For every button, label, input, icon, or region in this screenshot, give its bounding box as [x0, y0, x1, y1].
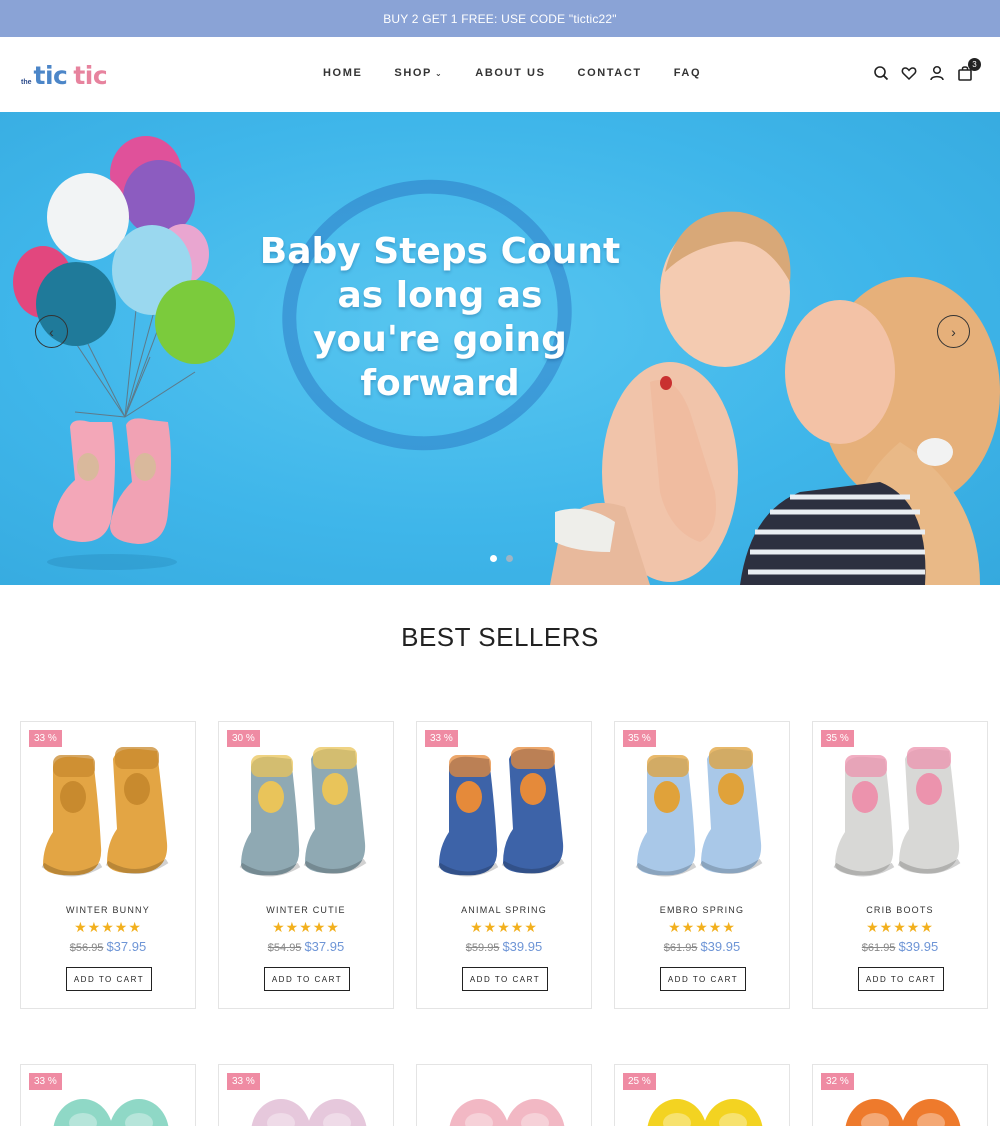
price-block: $61.95 $39.95	[813, 938, 987, 956]
discount-badge: 35 %	[821, 730, 854, 747]
discount-badge: 30 %	[227, 730, 260, 747]
logo-word-2: tic	[73, 61, 108, 90]
nav-label: HOME	[323, 67, 363, 79]
product-card[interactable]: 32 %	[812, 1064, 988, 1126]
product-card[interactable]: 33 % WINTER BUNNY ★★★★★ $56.95 $37.95 ADD TO …	[20, 721, 196, 1009]
product-name[interactable]: ANIMAL SPRING	[417, 905, 591, 915]
slider-next-arrow[interactable]: ›	[937, 315, 970, 348]
promo-text: BUY 2 GET 1 FREE: USE CODE "tictic22"	[383, 11, 617, 26]
add-to-cart-button[interactable]: ADD TO CART	[462, 967, 548, 991]
bag-icon[interactable]: 3	[957, 58, 981, 81]
product-card[interactable]: 33 %	[218, 1064, 394, 1126]
product-image[interactable]	[427, 1083, 583, 1126]
old-price: $54.95	[267, 942, 302, 954]
search-icon[interactable]	[873, 65, 889, 81]
product-image[interactable]	[427, 737, 583, 887]
header-icons: 3	[873, 58, 985, 81]
slider-prev-arrow[interactable]: ‹	[35, 315, 68, 348]
nav-label: FAQ	[673, 67, 702, 79]
chevron-down-icon: ⌄	[434, 68, 444, 78]
mother-baby-photo	[550, 211, 1000, 585]
old-price: $61.95	[663, 942, 698, 954]
price-block: $54.95 $37.95	[219, 938, 393, 956]
nav-item-contact[interactable]: CONTACT	[578, 67, 642, 79]
discount-badge: 35 %	[623, 730, 656, 747]
product-card[interactable]: 35 % CRIB BOOTS ★★★★★ $61.95 $39.95 ADD TO CA…	[812, 721, 988, 1009]
discount-badge: 25 %	[623, 1073, 656, 1090]
price-block: $59.95 $39.95	[417, 938, 591, 956]
slider-dot-2[interactable]	[506, 555, 513, 562]
sale-price: $39.95	[898, 939, 939, 954]
nav-item-about-us[interactable]: ABOUT US	[475, 67, 545, 79]
product-name[interactable]: EMBRO SPRING	[615, 905, 789, 915]
best-sellers-title: BEST SELLERS	[401, 622, 599, 652]
main-nav: HOME SHOP ⌄ ABOUT US CONTACT FAQ	[323, 67, 733, 79]
old-price: $59.95	[465, 942, 500, 954]
product-card[interactable]: 30 % WINTER CUTIE ★★★★★ $54.95 $37.95 ADD TO …	[218, 721, 394, 1009]
slider-dot-1[interactable]	[490, 555, 497, 562]
sale-price: $39.95	[700, 939, 741, 954]
old-price: $61.95	[861, 942, 896, 954]
site-header: the tic tic HOME SHOP ⌄ ABOUT US CONTACT …	[0, 37, 1000, 112]
product-card[interactable]: 33 %	[20, 1064, 196, 1126]
product-name[interactable]: WINTER BUNNY	[21, 905, 195, 915]
rating-stars: ★★★★★	[470, 919, 538, 935]
product-image[interactable]	[625, 737, 781, 887]
product-image[interactable]	[823, 737, 979, 887]
add-to-cart-button[interactable]: ADD TO CART	[858, 967, 944, 991]
hero-slider[interactable]: Baby Steps Count as long as you're going…	[0, 112, 1000, 585]
product-image[interactable]	[229, 737, 385, 887]
sale-price: $37.95	[106, 939, 147, 954]
discount-badge: 33 %	[227, 1073, 260, 1090]
product-card[interactable]: 33 % ANIMAL SPRING ★★★★★ $59.95 $39.95 ADD TO…	[416, 721, 592, 1009]
heart-icon[interactable]	[901, 65, 917, 81]
discount-badge: 33 %	[29, 730, 62, 747]
nav-item-home[interactable]: HOME	[323, 67, 362, 79]
logo-word-1: tic	[33, 61, 68, 90]
rating-stars: ★★★★★	[272, 919, 340, 935]
user-icon[interactable]	[929, 65, 945, 81]
logo-small-text: the	[21, 79, 32, 86]
nav-label: CONTACT	[577, 67, 642, 79]
add-to-cart-button[interactable]: ADD TO CART	[66, 967, 152, 991]
nav-item-faq[interactable]: FAQ	[674, 67, 701, 79]
sale-price: $39.95	[502, 939, 543, 954]
price-block: $56.95 $37.95	[21, 938, 195, 956]
old-price: $56.95	[69, 942, 104, 954]
rating-stars: ★★★★★	[668, 919, 736, 935]
add-to-cart-button[interactable]: ADD TO CART	[660, 967, 746, 991]
nav-label: SHOP	[394, 67, 432, 79]
price-block: $61.95 $39.95	[615, 938, 789, 956]
product-card[interactable]	[416, 1064, 592, 1126]
discount-badge: 33 %	[425, 730, 458, 747]
sale-price: $37.95	[304, 939, 345, 954]
promo-bar: BUY 2 GET 1 FREE: USE CODE "tictic22"	[0, 0, 1000, 37]
discount-badge: 32 %	[821, 1073, 854, 1090]
slider-dots	[490, 555, 522, 562]
product-card[interactable]: 35 % EMBRO SPRING ★★★★★ $61.95 $39.95 ADD TO …	[614, 721, 790, 1009]
product-name[interactable]: CRIB BOOTS	[813, 905, 987, 915]
discount-badge: 33 %	[29, 1073, 62, 1090]
product-image[interactable]	[31, 737, 187, 887]
rating-stars: ★★★★★	[74, 919, 142, 935]
logo[interactable]: the tic tic	[21, 61, 108, 90]
cart-count-badge: 3	[968, 58, 981, 71]
nav-item-shop[interactable]: SHOP ⌄	[394, 67, 443, 79]
product-name[interactable]: WINTER CUTIE	[219, 905, 393, 915]
nav-label: ABOUT US	[475, 67, 546, 79]
rating-stars: ★★★★★	[866, 919, 934, 935]
product-card[interactable]: 25 %	[614, 1064, 790, 1126]
add-to-cart-button[interactable]: ADD TO CART	[264, 967, 350, 991]
